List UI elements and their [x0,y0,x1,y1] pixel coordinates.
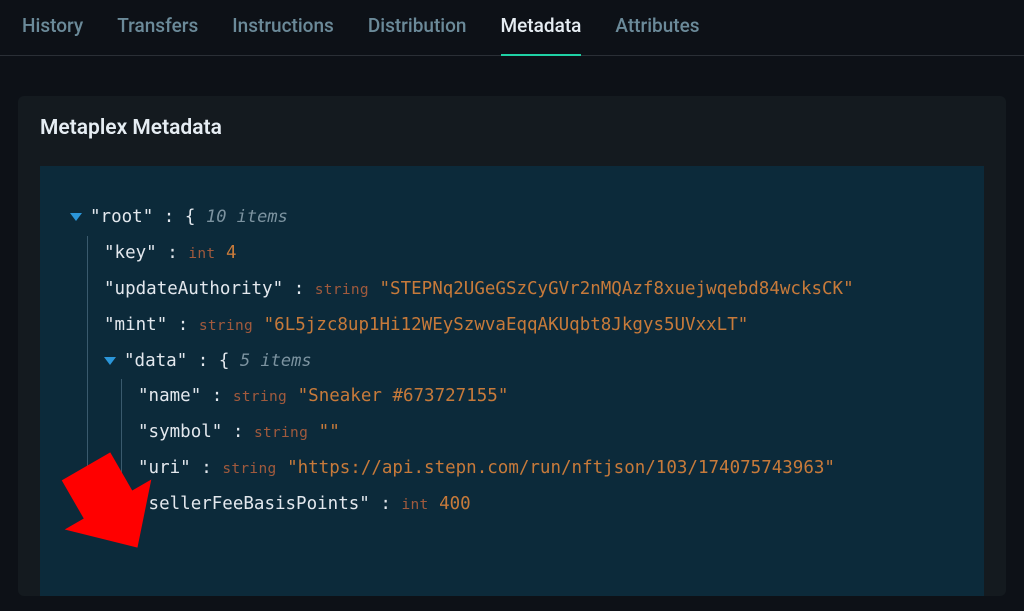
tab-metadata[interactable]: Metadata [501,14,582,55]
json-node-uri[interactable]: "uri" : string "https://api.stepn.com/ru… [70,451,954,487]
metadata-panel: Metaplex Metadata "root" : { 10 items "k… [18,96,1006,596]
json-node-mint[interactable]: "mint" : string "6L5jzc8up1Hi12WEySzwvaE… [70,308,954,344]
json-value: 4 [226,243,237,263]
tab-attributes[interactable]: Attributes [615,14,699,55]
json-node-data[interactable]: "data" : { 5 items [70,344,954,380]
tab-bar: History Transfers Instructions Distribut… [0,0,1024,56]
json-tree: "root" : { 10 items "key" : int 4 "updat… [70,200,954,523]
json-value: STEPNq2UGeGSzCyGVr2nMQAzf8xuejwqebd84wck… [390,279,843,299]
json-value: 400 [439,494,471,514]
json-value: 6L5jzc8up1Hi12WEySzwvaEqqAKUqbt8Jkgys5UV… [274,315,738,335]
json-node-sellerfeebasispoints[interactable]: "sellerFeeBasisPoints" : int 400 [70,487,954,523]
tab-instructions[interactable]: Instructions [232,14,334,55]
tab-distribution[interactable]: Distribution [368,14,467,55]
caret-down-icon[interactable] [104,357,116,365]
tab-history[interactable]: History [22,14,83,55]
panel-title: Metaplex Metadata [18,96,1006,166]
json-value: https://api.stepn.com/run/nftjson/103/17… [298,458,825,478]
json-node-updateauthority[interactable]: "updateAuthority" : string "STEPNq2UGeGS… [70,272,954,308]
tab-transfers[interactable]: Transfers [117,14,198,55]
caret-down-icon[interactable] [70,213,82,221]
json-value: Sneaker #673727155 [308,386,498,406]
json-item-count: 10 items [206,207,288,227]
json-item-count: 5 items [240,351,312,371]
json-node-symbol[interactable]: "symbol" : string "" [70,415,954,451]
json-node-key[interactable]: "key" : int 4 [70,236,954,272]
json-viewer[interactable]: "root" : { 10 items "key" : int 4 "updat… [40,166,984,596]
json-node-name[interactable]: "name" : string "Sneaker #673727155" [70,379,954,415]
json-key: root [101,207,143,227]
json-node-root[interactable]: "root" : { 10 items [70,200,954,236]
